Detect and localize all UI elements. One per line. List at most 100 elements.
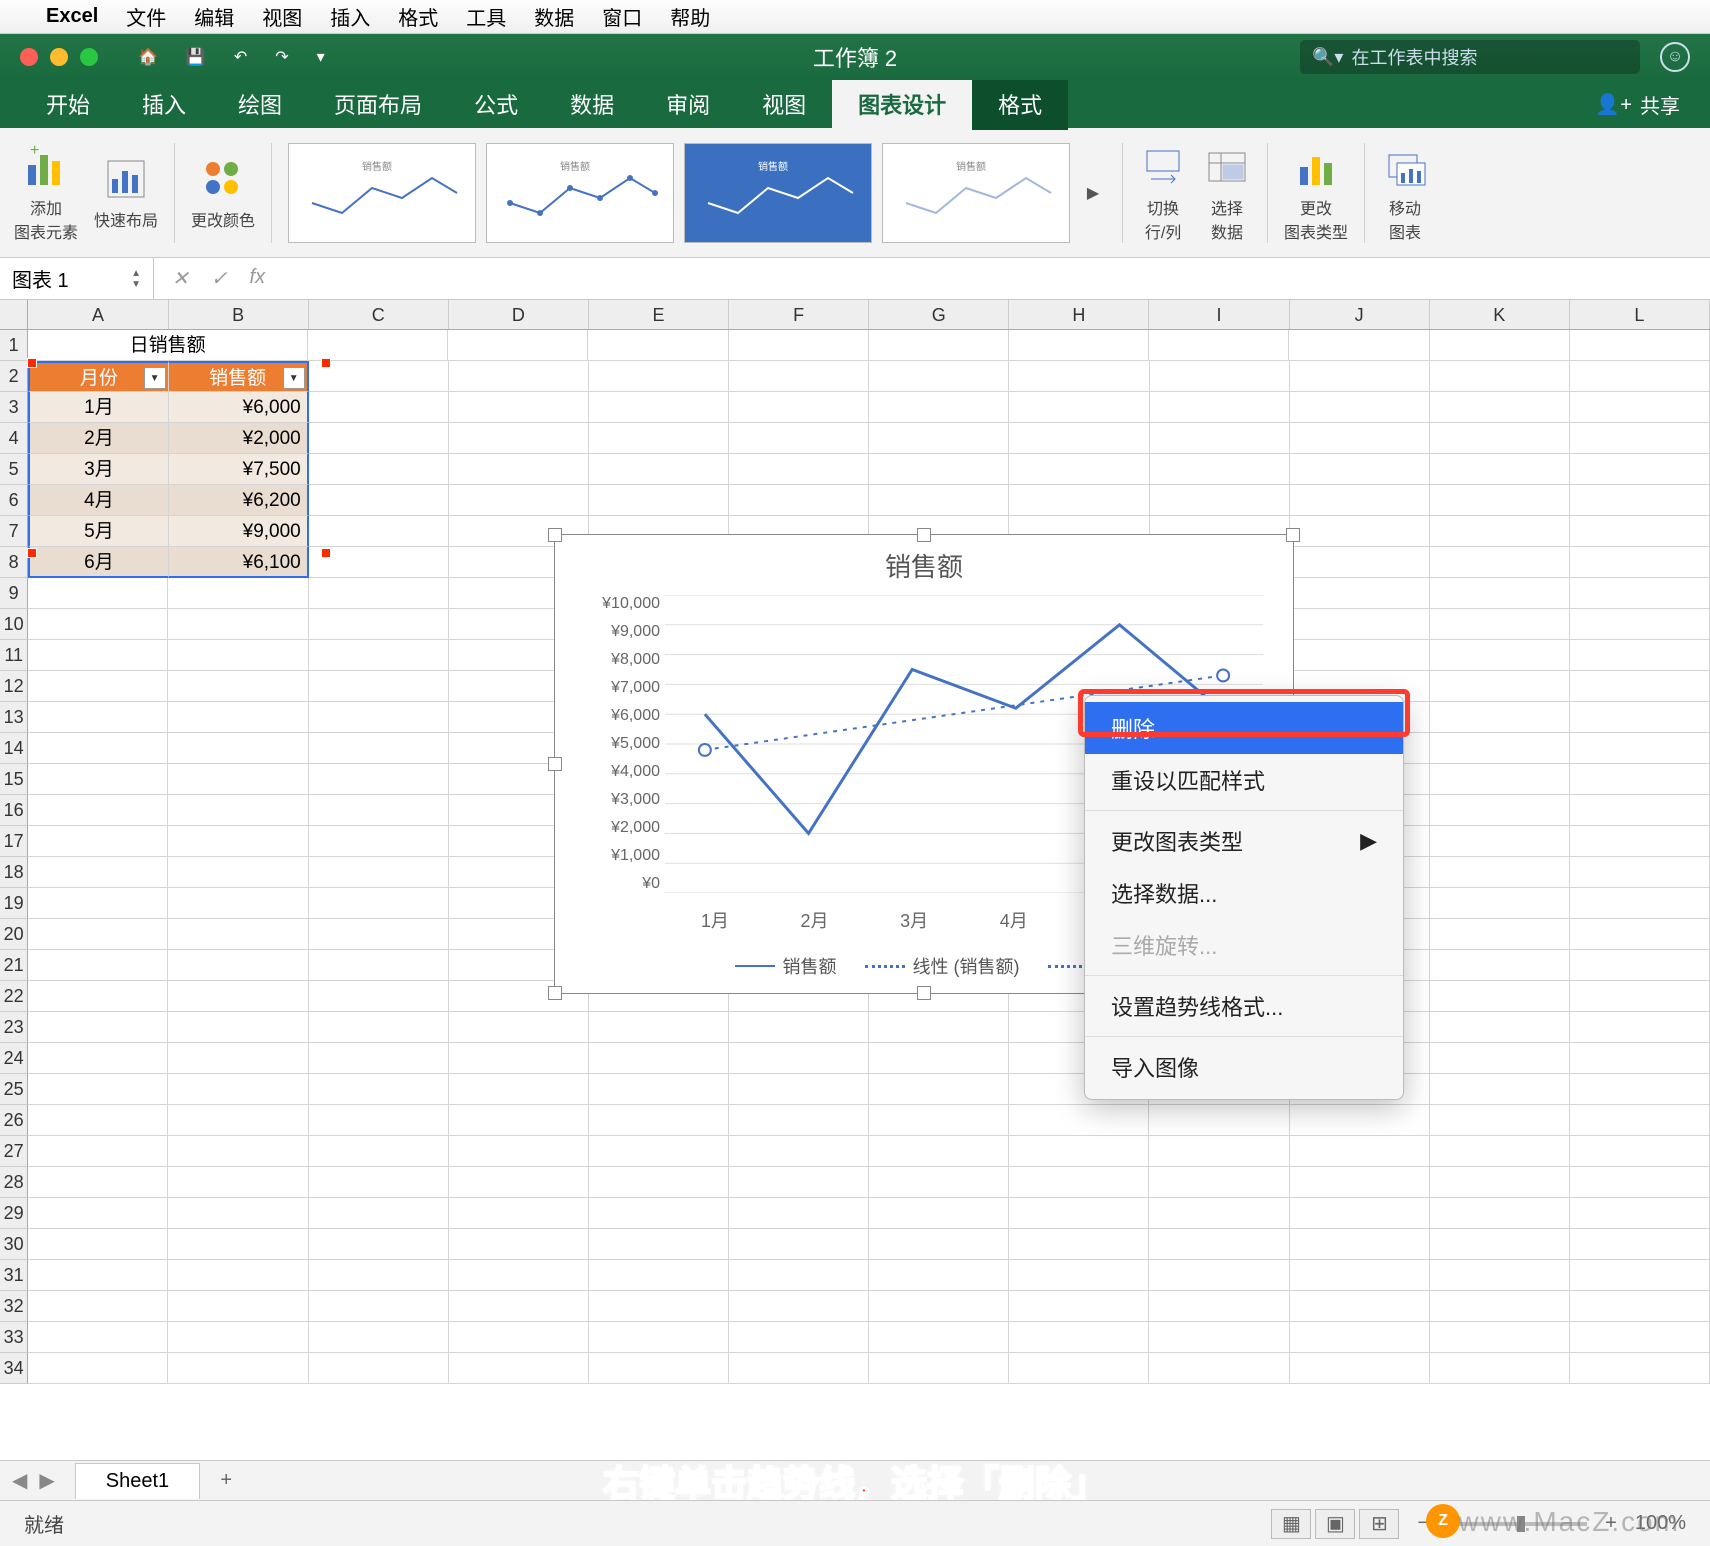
cell[interactable] [28,1260,168,1291]
cell[interactable] [1570,1012,1710,1043]
tab-layout[interactable]: 页面布局 [308,78,448,130]
col-header[interactable]: I [1149,300,1289,329]
row-header[interactable]: 5 [0,454,28,485]
cell[interactable] [1570,1043,1710,1074]
cell[interactable] [589,392,729,423]
name-box[interactable]: 图表 1 ▲▼ [0,258,154,299]
row-header[interactable]: 22 [0,981,28,1012]
cell[interactable] [28,950,168,981]
chart-style-1[interactable]: 销售额 [288,143,476,243]
row-header[interactable]: 11 [0,640,28,671]
cell[interactable] [589,1074,729,1105]
resize-handle-icon[interactable] [548,528,562,542]
cell[interactable] [1289,330,1429,361]
cell[interactable] [589,1136,729,1167]
cell[interactable] [1430,1291,1570,1322]
cell[interactable] [28,1198,168,1229]
cell[interactable] [309,1198,449,1229]
cell[interactable] [1570,640,1710,671]
cell[interactable] [1009,1105,1149,1136]
resize-handle-icon[interactable] [917,528,931,542]
col-header[interactable]: E [589,300,729,329]
context-menu-item[interactable]: 删除 [1085,702,1403,754]
cell[interactable] [168,857,308,888]
cell[interactable] [589,1229,729,1260]
cell[interactable] [449,1291,589,1322]
cell[interactable] [1009,454,1149,485]
row-header[interactable]: 18 [0,857,28,888]
cell[interactable] [1430,702,1570,733]
cell[interactable] [1570,888,1710,919]
cell[interactable] [309,950,449,981]
cell[interactable] [1430,640,1570,671]
cell[interactable] [309,485,449,516]
cell[interactable] [1009,1136,1149,1167]
cell[interactable]: ¥2,000 [169,423,309,454]
cell[interactable] [309,1229,449,1260]
cell[interactable] [729,1043,869,1074]
cell[interactable]: 3月 [28,454,168,485]
cell[interactable] [1570,671,1710,702]
move-chart-button[interactable]: 移动 图表 [1381,143,1429,243]
cell[interactable] [1290,516,1430,547]
menu-edit[interactable]: 编辑 [194,2,234,31]
tab-view[interactable]: 视图 [736,78,832,130]
cell[interactable] [729,1074,869,1105]
tab-chart-design[interactable]: 图表设计 [832,78,972,130]
cell[interactable] [1290,454,1430,485]
cell[interactable] [1570,1105,1710,1136]
tab-draw[interactable]: 绘图 [212,78,308,130]
menu-help[interactable]: 帮助 [670,2,710,31]
cell[interactable] [449,1012,589,1043]
cell[interactable] [1009,1229,1149,1260]
cell[interactable] [168,919,308,950]
page-layout-view-icon[interactable]: ▣ [1315,1509,1355,1539]
cell[interactable] [1009,1260,1149,1291]
menu-format[interactable]: 格式 [398,2,438,31]
cell[interactable]: 销售额▼ [169,361,309,392]
cell[interactable] [1430,919,1570,950]
cell[interactable] [1290,423,1430,454]
cell[interactable] [449,1229,589,1260]
row-header[interactable]: 17 [0,826,28,857]
cell[interactable] [308,330,448,361]
chart-style-3[interactable]: 销售额 [684,143,872,243]
cell[interactable] [1150,485,1290,516]
cell[interactable] [309,454,449,485]
row-header[interactable]: 13 [0,702,28,733]
sheet-tab[interactable]: Sheet1 [75,1463,200,1499]
cell[interactable] [1430,1136,1570,1167]
cell[interactable] [1149,1353,1289,1384]
row-header[interactable]: 10 [0,609,28,640]
cell[interactable] [1290,1291,1430,1322]
row-header[interactable]: 23 [0,1012,28,1043]
cell[interactable] [1430,857,1570,888]
row-header[interactable]: 30 [0,1229,28,1260]
col-header[interactable]: H [1009,300,1149,329]
tab-home[interactable]: 开始 [20,78,116,130]
chart-title[interactable]: 销售额 [555,535,1293,596]
cell[interactable] [1009,392,1149,423]
cell[interactable] [1430,826,1570,857]
cell[interactable] [168,764,308,795]
cell[interactable] [589,485,729,516]
select-data-button[interactable]: 选择 数据 [1203,143,1251,243]
cell[interactable] [28,1229,168,1260]
cell[interactable] [589,454,729,485]
cell[interactable] [869,1043,1009,1074]
cell[interactable]: 2月 [28,423,168,454]
cell[interactable] [588,330,728,361]
cell[interactable] [309,640,449,671]
cell[interactable] [729,1229,869,1260]
cell[interactable] [168,733,308,764]
row-header[interactable]: 25 [0,1074,28,1105]
cell[interactable] [1430,1198,1570,1229]
context-menu-item[interactable]: 设置趋势线格式... [1085,980,1403,1032]
selection-handle-icon[interactable] [27,358,37,368]
cell[interactable] [869,1291,1009,1322]
cell[interactable]: ¥6,200 [169,485,309,516]
cell[interactable] [449,392,589,423]
cell[interactable] [1290,1353,1430,1384]
cell[interactable] [168,826,308,857]
cell[interactable] [1430,888,1570,919]
